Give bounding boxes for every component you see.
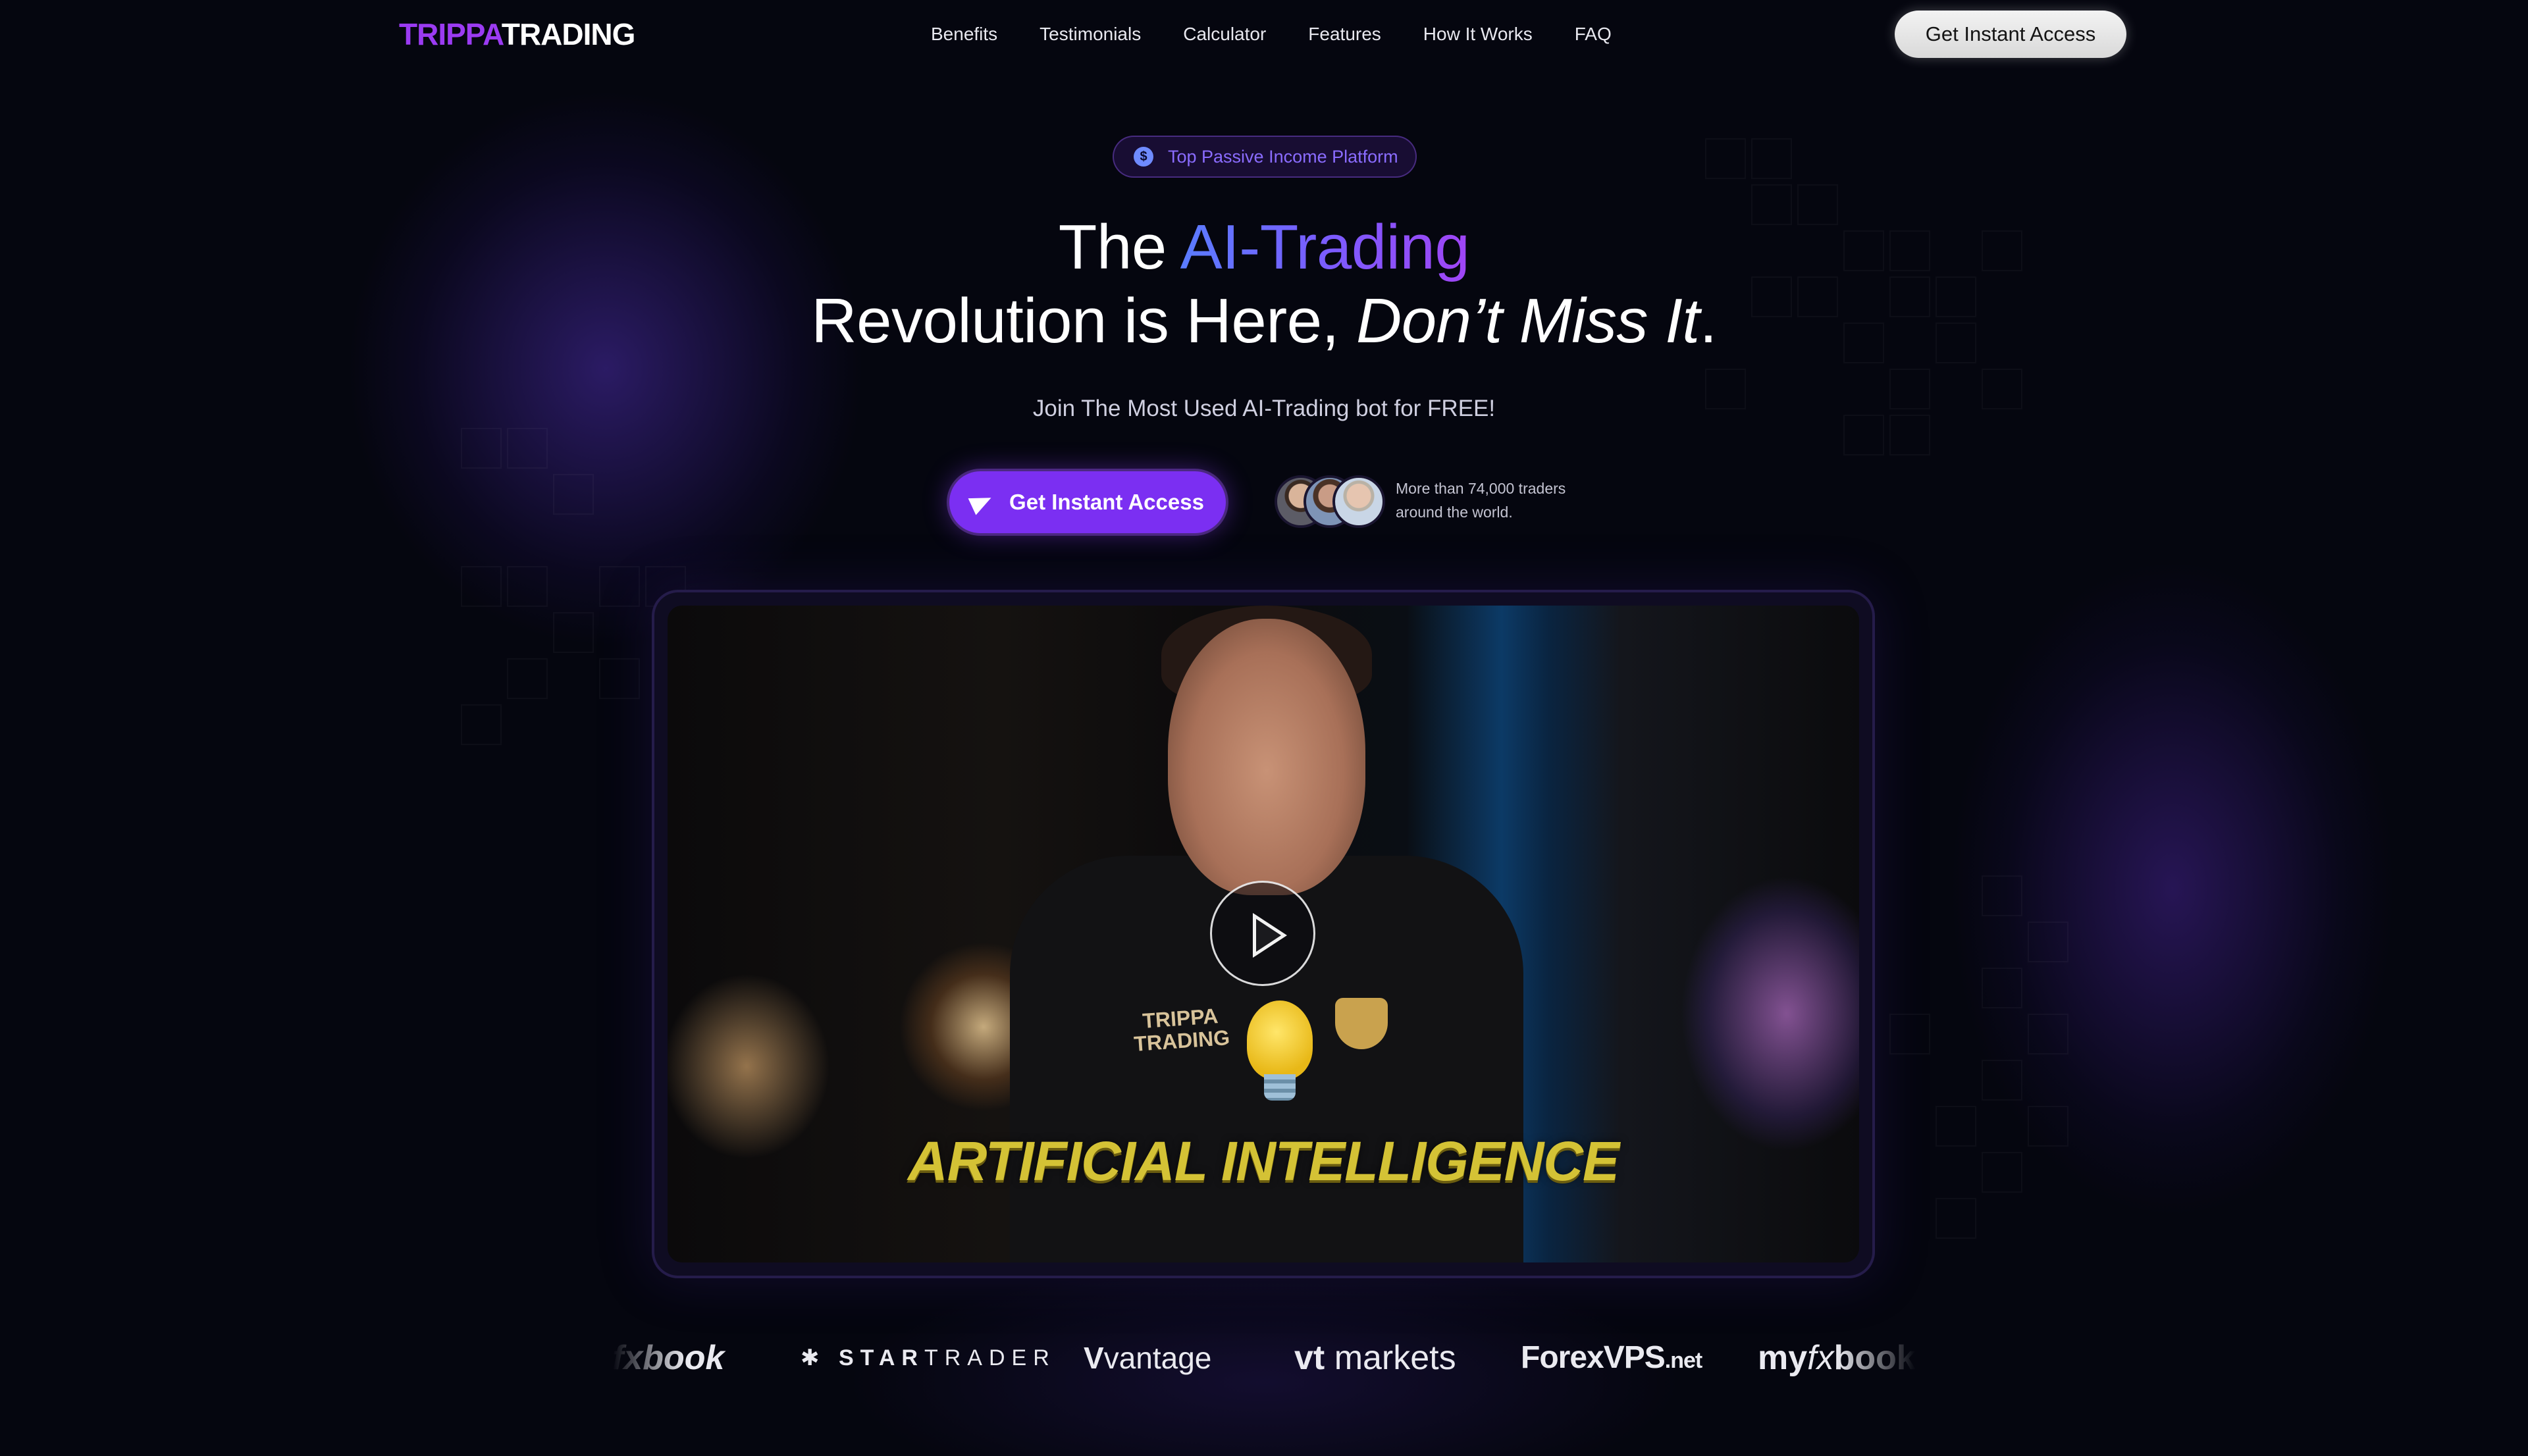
myfx-my: my bbox=[1758, 1339, 1808, 1377]
headline-line-1: The AI-Trading bbox=[1058, 212, 1470, 282]
header-get-access-button[interactable]: Get Instant Access bbox=[1895, 11, 2126, 58]
grid-square bbox=[507, 566, 548, 607]
hero-subheadline: Join The Most Used AI-Trading bot for FR… bbox=[1032, 396, 1496, 421]
avatar bbox=[1332, 475, 1385, 528]
forexvps-tld: .net bbox=[1664, 1348, 1702, 1373]
trader-count-line-2: around the world. bbox=[1396, 504, 1513, 521]
startrader-trader: TRADER bbox=[924, 1345, 1056, 1370]
send-icon bbox=[968, 489, 995, 515]
vt-markets-text: markets bbox=[1325, 1339, 1456, 1377]
myfx-fx: fx bbox=[1807, 1339, 1834, 1377]
shirt-emblem-icon bbox=[1335, 998, 1388, 1049]
grid-square bbox=[1936, 1198, 1976, 1239]
play-icon-inner bbox=[1256, 919, 1281, 952]
lightbulb-icon bbox=[1247, 1001, 1313, 1079]
headline-line-2: Revolution is Here, Don’t Miss It. bbox=[811, 286, 1718, 356]
grid-square bbox=[507, 428, 548, 469]
vt-mark: vt bbox=[1294, 1339, 1325, 1377]
grid-square bbox=[1751, 138, 1792, 179]
headline-revolution: Revolution is Here, bbox=[811, 286, 1356, 356]
partner-logo-startrader: ✱ STARTRADER bbox=[801, 1335, 1056, 1381]
hero-headline: The AI-Trading Revolution is Here, Don’t… bbox=[0, 211, 2528, 358]
dollar-icon: $ bbox=[1134, 147, 1153, 167]
nav-features[interactable]: Features bbox=[1308, 21, 1381, 47]
trader-avatars bbox=[1275, 475, 1386, 531]
nav-how-it-works[interactable]: How It Works bbox=[1423, 21, 1533, 47]
grid-square bbox=[461, 428, 502, 469]
landing-page: TRIPPATRADING Benefits Testimonials Calc… bbox=[0, 0, 2528, 1456]
headline-the: The bbox=[1058, 212, 1180, 282]
grid-square bbox=[553, 612, 594, 653]
partner-logos-strip: fxbook ✱ STARTRADER Vvantage vt markets … bbox=[612, 1328, 1916, 1388]
forexvps-text: ForexVPS bbox=[1521, 1340, 1666, 1375]
partner-logo-forexvps: ForexVPS.net bbox=[1521, 1335, 1702, 1381]
vantage-mark-icon: V bbox=[1084, 1341, 1104, 1375]
headline-dont-miss-it: Don’t Miss It bbox=[1356, 286, 1700, 356]
partner-logo-fxbook: fxbook bbox=[612, 1339, 725, 1377]
partner-logo-vt-markets: vt markets bbox=[1294, 1335, 1456, 1381]
grid-square bbox=[1982, 968, 2022, 1008]
headline-ai-trading: AI-Trading bbox=[1180, 212, 1470, 282]
shirt-logo-text: TRIPPA TRADING bbox=[1114, 1002, 1248, 1056]
partner-logo-vantage: Vvantage bbox=[1084, 1335, 1211, 1381]
grid-square bbox=[1982, 875, 2022, 916]
grid-square bbox=[1889, 1014, 1930, 1054]
grid-square bbox=[599, 658, 640, 699]
trader-count-line-1: More than 74,000 traders bbox=[1396, 480, 1566, 497]
nav-benefits[interactable]: Benefits bbox=[931, 21, 997, 47]
play-button[interactable] bbox=[1210, 881, 1315, 986]
presenter-head bbox=[1168, 619, 1365, 895]
logo[interactable]: TRIPPATRADING bbox=[399, 16, 635, 53]
grid-square bbox=[507, 658, 548, 699]
top-platform-badge: $ Top Passive Income Platform bbox=[1113, 136, 1417, 178]
myfx-book: book bbox=[1833, 1339, 1916, 1377]
badge-text: Top Passive Income Platform bbox=[1168, 146, 1398, 167]
nav-calculator[interactable]: Calculator bbox=[1183, 21, 1266, 47]
grid-square bbox=[1982, 1152, 2022, 1193]
grid-square bbox=[1936, 1106, 1976, 1147]
vantage-text: vantage bbox=[1103, 1341, 1212, 1375]
headline-period: . bbox=[1699, 286, 1718, 356]
startrader-star: STAR bbox=[838, 1345, 924, 1370]
nav-testimonials[interactable]: Testimonials bbox=[1040, 21, 1141, 47]
grid-square bbox=[2028, 1014, 2068, 1054]
logo-part-trading: TRADING bbox=[501, 17, 636, 51]
grid-square bbox=[2028, 1106, 2068, 1147]
grid-square bbox=[1982, 1060, 2022, 1101]
trader-count-text: More than 74,000 traders around the worl… bbox=[1396, 477, 1606, 524]
nav-faq[interactable]: FAQ bbox=[1575, 21, 1612, 47]
grid-square bbox=[553, 474, 594, 515]
hero-cta-label: Get Instant Access bbox=[1009, 490, 1204, 514]
video-caption: ARTIFICIAL INTELLIGENCE bbox=[908, 1130, 1620, 1192]
grid-square bbox=[1705, 138, 1746, 179]
partner-logo-myfxbook: myfxbook bbox=[1758, 1335, 1916, 1381]
grid-square bbox=[461, 704, 502, 745]
hero-get-access-button[interactable]: Get Instant Access bbox=[949, 471, 1226, 533]
main-nav: Benefits Testimonials Calculator Feature… bbox=[931, 21, 1654, 47]
grid-square bbox=[461, 566, 502, 607]
logo-part-trippa: TRIPPA bbox=[399, 17, 502, 51]
grid-square bbox=[599, 566, 640, 607]
grid-square bbox=[2028, 922, 2068, 962]
star-icon: ✱ bbox=[801, 1345, 826, 1370]
lightbulb-base bbox=[1264, 1074, 1296, 1101]
site-header: TRIPPATRADING Benefits Testimonials Calc… bbox=[0, 0, 2528, 68]
